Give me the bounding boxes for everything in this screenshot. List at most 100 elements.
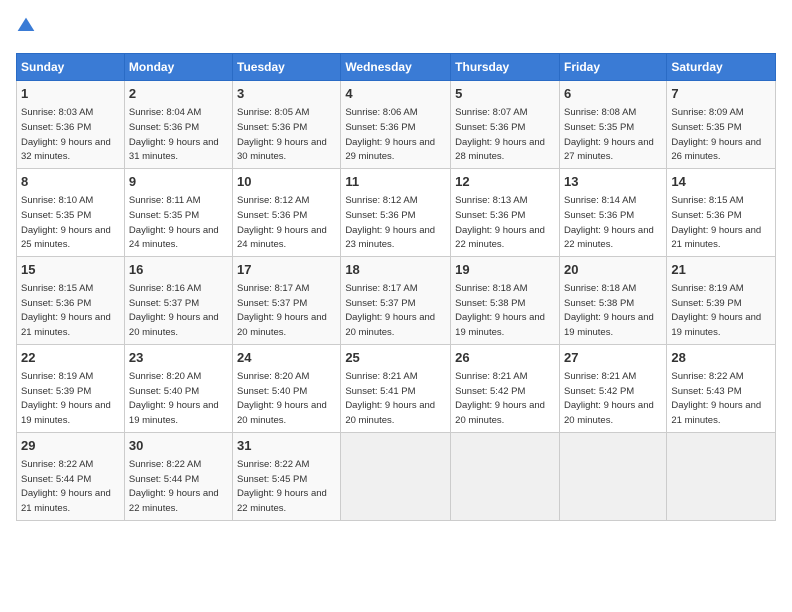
day-detail: Sunrise: 8:18 AMSunset: 5:38 PMDaylight:…: [564, 283, 654, 338]
calendar-cell: 14 Sunrise: 8:15 AMSunset: 5:36 PMDaylig…: [667, 168, 776, 256]
calendar-cell: 31 Sunrise: 8:22 AMSunset: 5:45 PMDaylig…: [233, 432, 341, 520]
calendar-cell: 21 Sunrise: 8:19 AMSunset: 5:39 PMDaylig…: [667, 256, 776, 344]
day-detail: Sunrise: 8:17 AMSunset: 5:37 PMDaylight:…: [345, 283, 435, 338]
day-detail: Sunrise: 8:19 AMSunset: 5:39 PMDaylight:…: [671, 283, 761, 338]
calendar-cell: 6 Sunrise: 8:08 AMSunset: 5:35 PMDayligh…: [559, 81, 666, 169]
calendar-cell: 11 Sunrise: 8:12 AMSunset: 5:36 PMDaylig…: [341, 168, 451, 256]
day-number: 25: [345, 349, 446, 367]
day-detail: Sunrise: 8:22 AMSunset: 5:44 PMDaylight:…: [21, 459, 111, 514]
day-detail: Sunrise: 8:13 AMSunset: 5:36 PMDaylight:…: [455, 195, 545, 250]
header: [16, 16, 776, 41]
day-detail: Sunrise: 8:09 AMSunset: 5:35 PMDaylight:…: [671, 107, 761, 162]
calendar-cell: 29 Sunrise: 8:22 AMSunset: 5:44 PMDaylig…: [17, 432, 125, 520]
day-number: 11: [345, 173, 446, 191]
calendar-cell: 18 Sunrise: 8:17 AMSunset: 5:37 PMDaylig…: [341, 256, 451, 344]
day-number: 21: [671, 261, 771, 279]
day-number: 22: [21, 349, 120, 367]
calendar-cell: 26 Sunrise: 8:21 AMSunset: 5:42 PMDaylig…: [451, 344, 560, 432]
day-detail: Sunrise: 8:22 AMSunset: 5:43 PMDaylight:…: [671, 371, 761, 426]
day-detail: Sunrise: 8:07 AMSunset: 5:36 PMDaylight:…: [455, 107, 545, 162]
day-number: 31: [237, 437, 336, 455]
calendar-cell: 30 Sunrise: 8:22 AMSunset: 5:44 PMDaylig…: [124, 432, 232, 520]
day-detail: Sunrise: 8:11 AMSunset: 5:35 PMDaylight:…: [129, 195, 219, 250]
day-detail: Sunrise: 8:10 AMSunset: 5:35 PMDaylight:…: [21, 195, 111, 250]
calendar-cell: 15 Sunrise: 8:15 AMSunset: 5:36 PMDaylig…: [17, 256, 125, 344]
day-detail: Sunrise: 8:22 AMSunset: 5:45 PMDaylight:…: [237, 459, 327, 514]
day-detail: Sunrise: 8:21 AMSunset: 5:42 PMDaylight:…: [564, 371, 654, 426]
calendar-table: SundayMondayTuesdayWednesdayThursdayFrid…: [16, 53, 776, 521]
day-number: 29: [21, 437, 120, 455]
day-number: 1: [21, 85, 120, 103]
day-number: 14: [671, 173, 771, 191]
day-number: 3: [237, 85, 336, 103]
day-detail: Sunrise: 8:16 AMSunset: 5:37 PMDaylight:…: [129, 283, 219, 338]
calendar-cell: 16 Sunrise: 8:16 AMSunset: 5:37 PMDaylig…: [124, 256, 232, 344]
day-detail: Sunrise: 8:17 AMSunset: 5:37 PMDaylight:…: [237, 283, 327, 338]
calendar-cell: 28 Sunrise: 8:22 AMSunset: 5:43 PMDaylig…: [667, 344, 776, 432]
calendar-week-row: 29 Sunrise: 8:22 AMSunset: 5:44 PMDaylig…: [17, 432, 776, 520]
calendar-cell: 9 Sunrise: 8:11 AMSunset: 5:35 PMDayligh…: [124, 168, 232, 256]
weekday-header: Tuesday: [233, 54, 341, 81]
calendar-week-row: 8 Sunrise: 8:10 AMSunset: 5:35 PMDayligh…: [17, 168, 776, 256]
day-detail: Sunrise: 8:15 AMSunset: 5:36 PMDaylight:…: [21, 283, 111, 338]
weekday-header: Sunday: [17, 54, 125, 81]
day-number: 23: [129, 349, 228, 367]
calendar-cell: 3 Sunrise: 8:05 AMSunset: 5:36 PMDayligh…: [233, 81, 341, 169]
page-container: SundayMondayTuesdayWednesdayThursdayFrid…: [0, 0, 792, 531]
day-number: 20: [564, 261, 662, 279]
logo: [16, 16, 38, 41]
day-number: 6: [564, 85, 662, 103]
day-detail: Sunrise: 8:21 AMSunset: 5:41 PMDaylight:…: [345, 371, 435, 426]
calendar-cell: 25 Sunrise: 8:21 AMSunset: 5:41 PMDaylig…: [341, 344, 451, 432]
weekday-row: SundayMondayTuesdayWednesdayThursdayFrid…: [17, 54, 776, 81]
calendar-cell: 23 Sunrise: 8:20 AMSunset: 5:40 PMDaylig…: [124, 344, 232, 432]
day-detail: Sunrise: 8:20 AMSunset: 5:40 PMDaylight:…: [129, 371, 219, 426]
day-detail: Sunrise: 8:18 AMSunset: 5:38 PMDaylight:…: [455, 283, 545, 338]
day-detail: Sunrise: 8:12 AMSunset: 5:36 PMDaylight:…: [237, 195, 327, 250]
calendar-cell: 20 Sunrise: 8:18 AMSunset: 5:38 PMDaylig…: [559, 256, 666, 344]
day-detail: Sunrise: 8:08 AMSunset: 5:35 PMDaylight:…: [564, 107, 654, 162]
calendar-cell: 1 Sunrise: 8:03 AMSunset: 5:36 PMDayligh…: [17, 81, 125, 169]
day-number: 17: [237, 261, 336, 279]
day-detail: Sunrise: 8:14 AMSunset: 5:36 PMDaylight:…: [564, 195, 654, 250]
day-number: 24: [237, 349, 336, 367]
calendar-cell: 22 Sunrise: 8:19 AMSunset: 5:39 PMDaylig…: [17, 344, 125, 432]
calendar-cell: 24 Sunrise: 8:20 AMSunset: 5:40 PMDaylig…: [233, 344, 341, 432]
calendar-cell: 19 Sunrise: 8:18 AMSunset: 5:38 PMDaylig…: [451, 256, 560, 344]
weekday-header: Wednesday: [341, 54, 451, 81]
day-detail: Sunrise: 8:19 AMSunset: 5:39 PMDaylight:…: [21, 371, 111, 426]
calendar-body: 1 Sunrise: 8:03 AMSunset: 5:36 PMDayligh…: [17, 81, 776, 521]
calendar-cell: 8 Sunrise: 8:10 AMSunset: 5:35 PMDayligh…: [17, 168, 125, 256]
day-detail: Sunrise: 8:06 AMSunset: 5:36 PMDaylight:…: [345, 107, 435, 162]
calendar-week-row: 15 Sunrise: 8:15 AMSunset: 5:36 PMDaylig…: [17, 256, 776, 344]
day-number: 5: [455, 85, 555, 103]
calendar-cell: [451, 432, 560, 520]
day-detail: Sunrise: 8:12 AMSunset: 5:36 PMDaylight:…: [345, 195, 435, 250]
day-number: 28: [671, 349, 771, 367]
day-number: 15: [21, 261, 120, 279]
calendar-cell: 17 Sunrise: 8:17 AMSunset: 5:37 PMDaylig…: [233, 256, 341, 344]
day-number: 13: [564, 173, 662, 191]
calendar-week-row: 1 Sunrise: 8:03 AMSunset: 5:36 PMDayligh…: [17, 81, 776, 169]
day-number: 2: [129, 85, 228, 103]
day-number: 7: [671, 85, 771, 103]
day-number: 10: [237, 173, 336, 191]
day-detail: Sunrise: 8:21 AMSunset: 5:42 PMDaylight:…: [455, 371, 545, 426]
calendar-week-row: 22 Sunrise: 8:19 AMSunset: 5:39 PMDaylig…: [17, 344, 776, 432]
day-number: 4: [345, 85, 446, 103]
logo-icon: [16, 16, 36, 36]
day-number: 12: [455, 173, 555, 191]
day-number: 18: [345, 261, 446, 279]
day-number: 27: [564, 349, 662, 367]
day-detail: Sunrise: 8:15 AMSunset: 5:36 PMDaylight:…: [671, 195, 761, 250]
day-number: 26: [455, 349, 555, 367]
calendar-cell: 27 Sunrise: 8:21 AMSunset: 5:42 PMDaylig…: [559, 344, 666, 432]
day-detail: Sunrise: 8:03 AMSunset: 5:36 PMDaylight:…: [21, 107, 111, 162]
day-number: 16: [129, 261, 228, 279]
calendar-cell: 13 Sunrise: 8:14 AMSunset: 5:36 PMDaylig…: [559, 168, 666, 256]
day-detail: Sunrise: 8:04 AMSunset: 5:36 PMDaylight:…: [129, 107, 219, 162]
weekday-header: Monday: [124, 54, 232, 81]
calendar-cell: 5 Sunrise: 8:07 AMSunset: 5:36 PMDayligh…: [451, 81, 560, 169]
day-detail: Sunrise: 8:20 AMSunset: 5:40 PMDaylight:…: [237, 371, 327, 426]
calendar-cell: [667, 432, 776, 520]
